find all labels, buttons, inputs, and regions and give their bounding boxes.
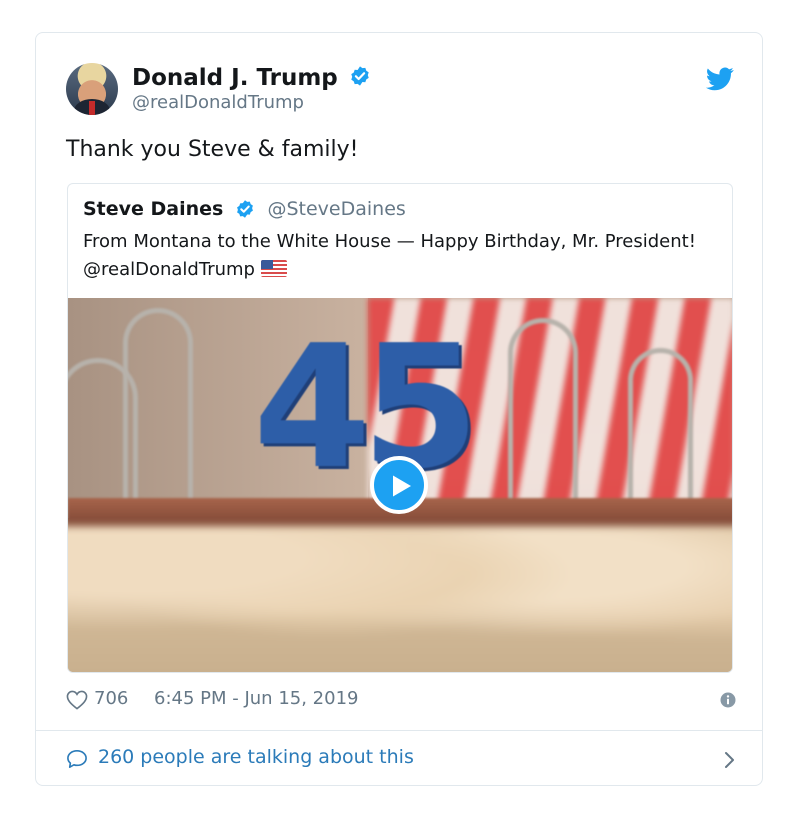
talking-about-text[interactable]: 260 people are talking about this [98, 746, 414, 768]
footer-divider [36, 730, 762, 731]
talking-about-link[interactable]: 260 people are talking about this [66, 745, 736, 773]
media-candle-wire [508, 318, 578, 513]
tweet-text: Thank you Steve & family! [66, 137, 359, 162]
media-frosting [68, 526, 732, 672]
quoted-tweet-text: From Montana to the White House — Happy … [83, 231, 696, 280]
quoted-author-name[interactable]: Steve Daines [83, 198, 223, 220]
like-count[interactable]: 706 [94, 688, 128, 709]
verified-badge-icon [349, 65, 371, 91]
video-thumbnail[interactable]: 45 [68, 298, 732, 672]
tweet-header: Donald J. Trump @realDonaldTrump [66, 63, 736, 119]
author-display-name[interactable]: Donald J. Trump [132, 65, 338, 91]
quoted-tweet-text-block: From Montana to the White House — Happy … [83, 228, 713, 284]
info-icon[interactable] [720, 692, 736, 708]
verified-badge-icon [235, 199, 255, 224]
comment-bubble-icon [66, 749, 88, 773]
quoted-tweet[interactable]: Steve Daines @SteveDaines From Montana t… [67, 183, 733, 673]
tweet-timestamp[interactable]: 6:45 PM - Jun 15, 2019 [154, 688, 358, 709]
author-name-block: Donald J. Trump @realDonaldTrump [132, 65, 371, 113]
play-icon [393, 475, 411, 497]
quoted-author-handle[interactable]: @SteveDaines [267, 198, 405, 220]
chevron-right-icon[interactable] [724, 751, 736, 773]
media-candle-digits: 45 [253, 309, 480, 507]
author-avatar[interactable] [66, 63, 118, 115]
quoted-tweet-header: Steve Daines @SteveDaines [83, 198, 406, 224]
avatar-tie [89, 101, 95, 115]
play-button[interactable] [370, 456, 428, 514]
tweet-card: Donald J. Trump @realDonaldTrump Thank y… [35, 32, 763, 786]
author-handle[interactable]: @realDonaldTrump [132, 92, 371, 113]
media-candle-wire [628, 348, 693, 513]
twitter-bird-icon[interactable] [705, 67, 734, 91]
heart-icon[interactable] [66, 690, 88, 715]
tweet-meta: 706 6:45 PM - Jun 15, 2019 [66, 688, 736, 714]
us-flag-icon [260, 260, 287, 277]
